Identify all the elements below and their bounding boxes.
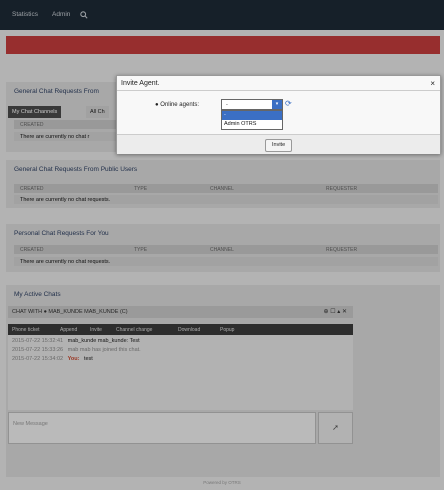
refresh-icon[interactable]: ⟳ [285,99,292,108]
invite-agent-dialog: Invite Agent. × ● Online agents: - ▾ ⟳ -… [116,75,441,154]
dropdown-option[interactable]: - [222,111,282,120]
agents-dropdown-list: - Admin OTRS [221,110,283,130]
dialog-divider [117,90,440,91]
modal-overlay [0,0,444,490]
dialog-footer: Invite [117,134,440,154]
online-agents-select[interactable]: - ▾ [221,99,283,110]
online-agents-label-text: Online agents: [160,102,199,108]
invite-button[interactable]: Invite [265,139,293,152]
close-icon[interactable]: × [430,79,435,88]
dialog-title: Invite Agent. [121,80,160,87]
select-value: - [226,102,228,108]
dropdown-option[interactable]: Admin OTRS [222,120,282,129]
required-bullet: ● [155,102,159,108]
online-agents-label: ● Online agents: [155,102,199,108]
chevron-down-icon[interactable]: ▾ [272,100,282,109]
